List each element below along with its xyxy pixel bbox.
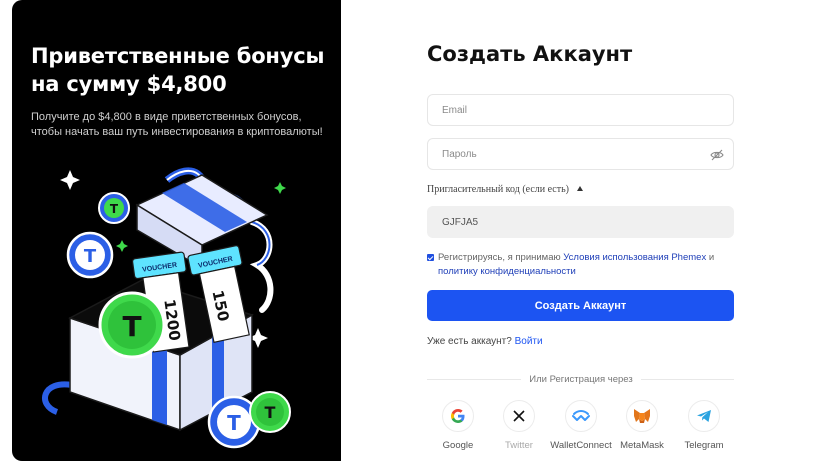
terms-checkbox[interactable] [427,254,434,261]
x-icon [513,410,525,422]
svg-text:T: T [84,246,97,267]
metamask-icon [634,409,650,423]
social-label: Telegram [684,440,724,451]
tether-coin-icon: T [66,231,114,279]
tether-coin-icon: T [98,192,130,224]
caret-up-icon [577,186,584,191]
twitter-button[interactable] [503,400,535,432]
svg-text:T: T [110,202,119,216]
tether-coin-icon: T [249,391,291,433]
terms-agreement: Регистрируясь, я принимаю Условия исполь… [427,251,737,279]
email-input[interactable] [428,95,733,125]
privacy-link[interactable]: политику конфиденциальности [438,266,576,277]
promo-subtext: Получите до $4,800 в виде приветственных… [31,111,323,138]
google-button[interactable] [442,400,474,432]
invite-label-text: Пригласительный код (если есть) [427,184,570,195]
social-google[interactable]: Google [423,400,493,451]
login-link[interactable]: Войти [515,336,543,347]
social-walletconnect[interactable]: WalletConnect [546,400,616,451]
metamask-button[interactable] [626,400,658,432]
email-field[interactable] [427,94,734,126]
have-account-row: Уже есть аккаунт? Войти [427,336,543,347]
gift-box-illustration: VOUCHER 1200 VOUCHER 150 T T T T T [42,167,291,449]
google-icon [451,409,465,423]
sparkle-icon [116,240,128,252]
invite-code-input[interactable] [428,207,733,237]
social-label: Google [442,440,474,451]
invite-code-toggle[interactable]: Пригласительный код (если есть) [427,184,584,195]
svg-text:T: T [227,411,241,435]
eye-off-icon[interactable] [710,148,724,162]
signup-form: Создать Аккаунт Пригласительный код (есл… [341,0,820,461]
terms-link[interactable]: Условия использования Phemex [563,252,706,263]
agree-and: и [706,252,715,263]
social-telegram[interactable]: Telegram [669,400,739,451]
create-account-button[interactable]: Создать Аккаунт [427,290,734,321]
have-account-text: Уже есть аккаунт? [427,336,512,347]
social-twitter[interactable]: Twitter [484,400,554,451]
sparkle-icon [274,182,286,194]
agree-prefix: Регистрируясь, я принимаю [438,252,564,263]
invite-code-field[interactable] [427,206,734,238]
social-label: MetaMask [620,440,664,451]
social-label: WalletConnect [550,440,612,451]
social-metamask[interactable]: MetaMask [607,400,677,451]
svg-text:T: T [265,403,276,422]
telegram-button[interactable] [688,400,720,432]
svg-text:T: T [122,310,141,343]
divider-text: Или Регистрация через [521,374,641,385]
social-label: Twitter [505,440,533,451]
sparkle-icon [60,170,80,190]
promo-panel: Приветственные бонусы на сумму $4,800 По… [12,0,341,461]
tether-coin-icon: T [98,291,166,359]
walletconnect-icon [572,410,590,421]
telegram-icon [697,410,711,422]
password-input[interactable] [428,139,733,169]
password-field[interactable] [427,138,734,170]
walletconnect-button[interactable] [565,400,597,432]
promo-heading: Приветственные бонусы на сумму $4,800 [31,44,325,96]
form-title: Создать Аккаунт [427,42,633,66]
